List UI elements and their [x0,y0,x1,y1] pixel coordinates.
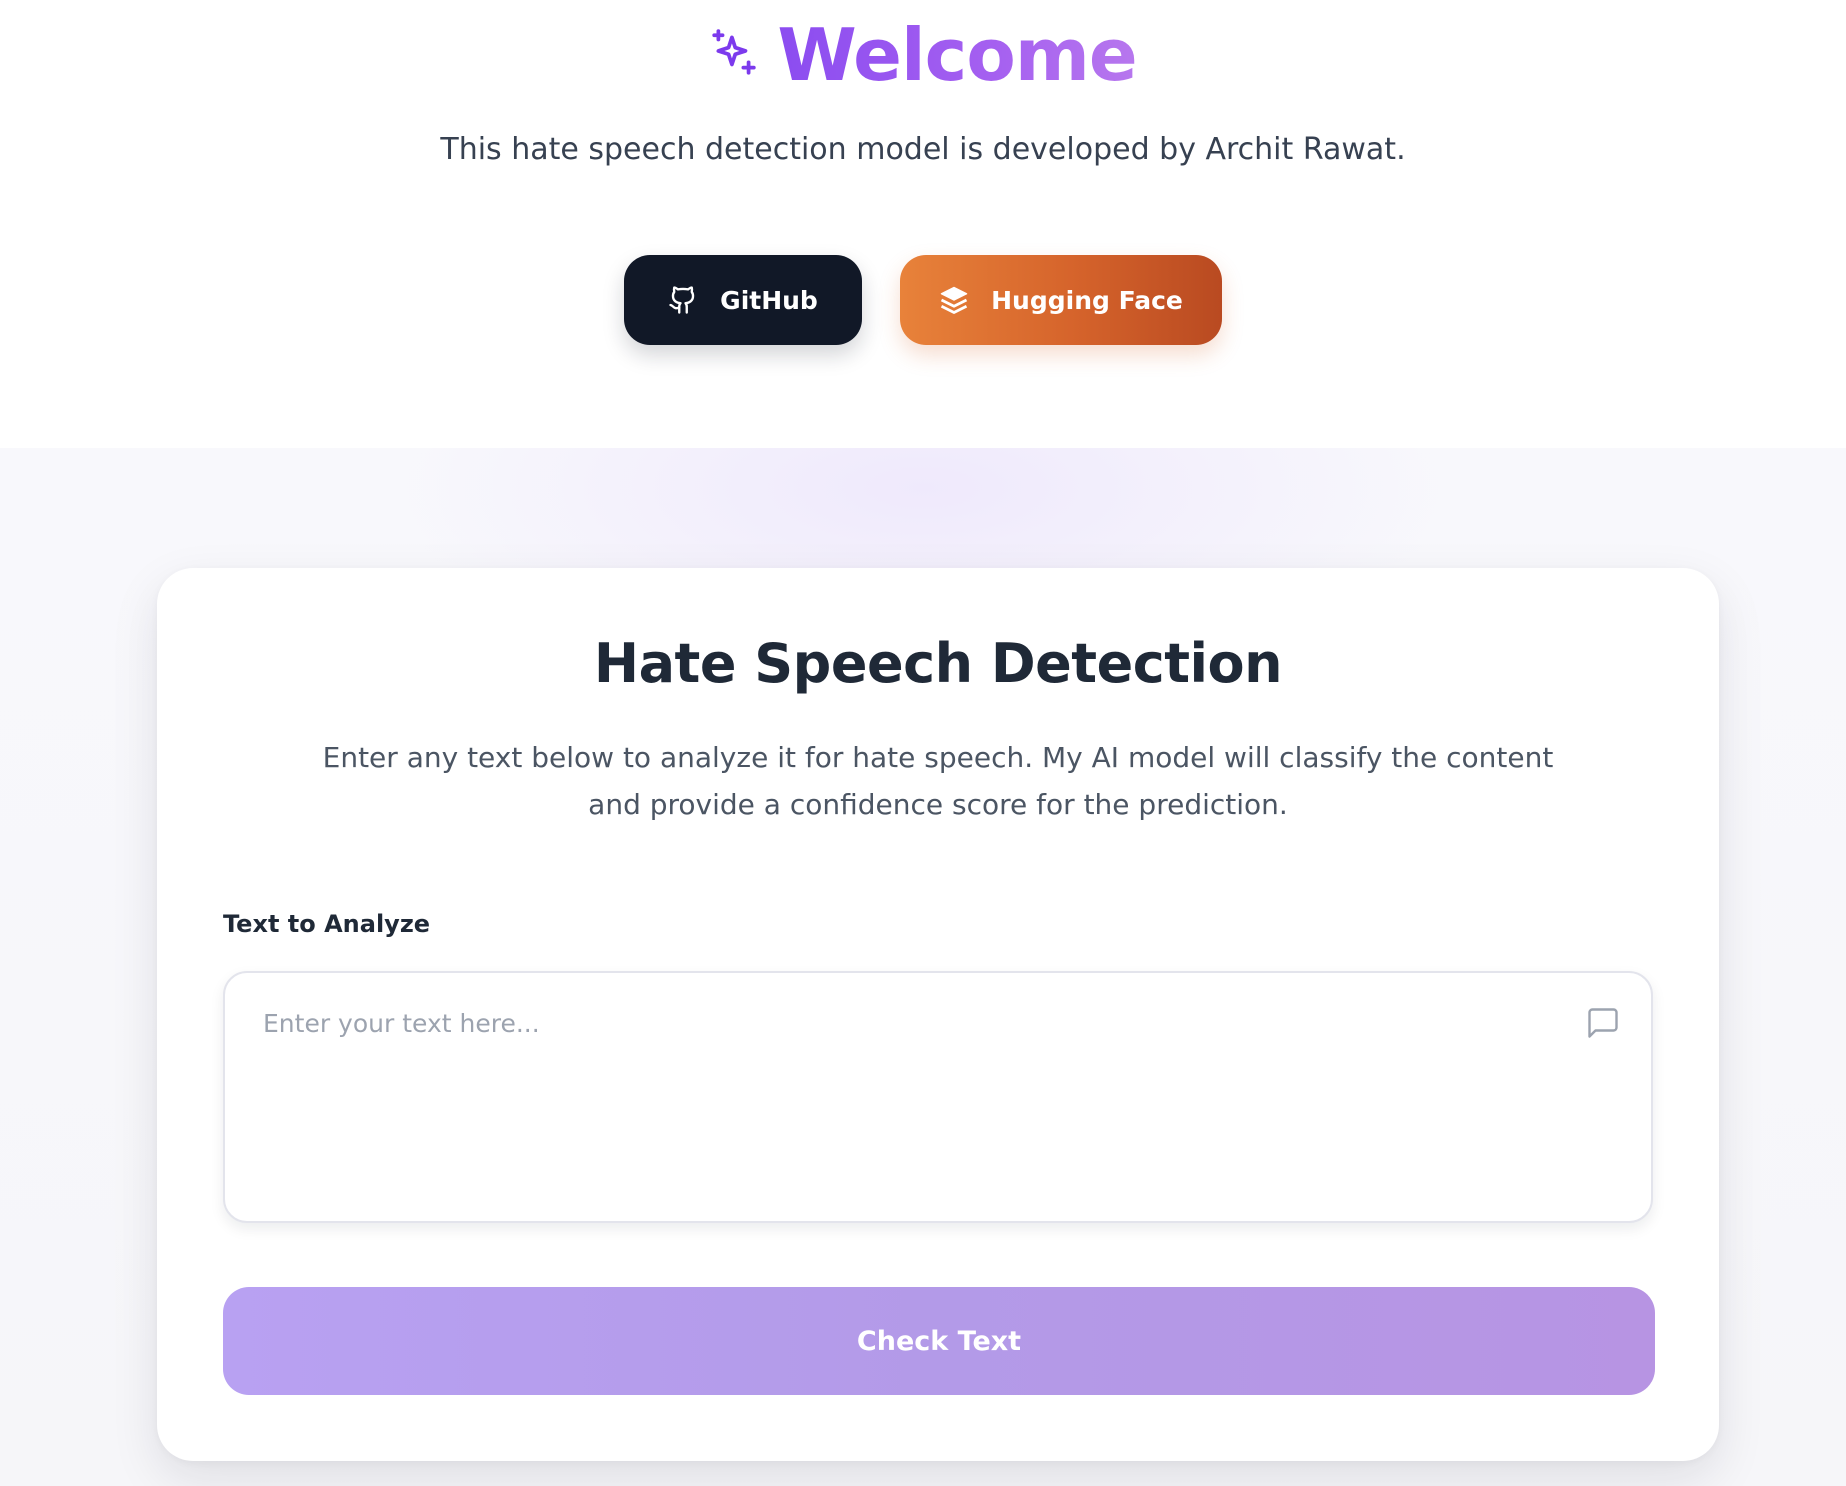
github-button-label: GitHub [720,285,818,315]
text-input-container [223,971,1653,1223]
text-to-analyze-input[interactable] [225,973,1651,1221]
text-to-analyze-label: Text to Analyze [223,910,431,938]
hero-buttons: GitHub Hugging Face [0,255,1846,345]
github-icon [668,285,698,315]
hero-section: Welcome This hate speech detection model… [0,0,1846,448]
github-button[interactable]: GitHub [624,255,862,345]
hero-title-row: Welcome [0,0,1846,110]
hugging-face-button-label: Hugging Face [991,285,1183,315]
sparkles-icon [709,28,759,78]
check-text-button[interactable]: Check Text [223,1287,1655,1395]
detection-card: Hate Speech Detection Enter any text bel… [157,568,1719,1461]
card-title: Hate Speech Detection [593,632,1283,695]
page-title: Welcome [777,13,1137,97]
card-description: Enter any text below to analyze it for h… [322,741,1554,821]
message-square-icon [1585,1005,1621,1041]
layers-icon [939,285,969,315]
check-text-button-label: Check Text [856,1325,1022,1357]
hugging-face-button[interactable]: Hugging Face [900,255,1222,345]
hero-subtitle: This hate speech detection model is deve… [440,132,1406,167]
